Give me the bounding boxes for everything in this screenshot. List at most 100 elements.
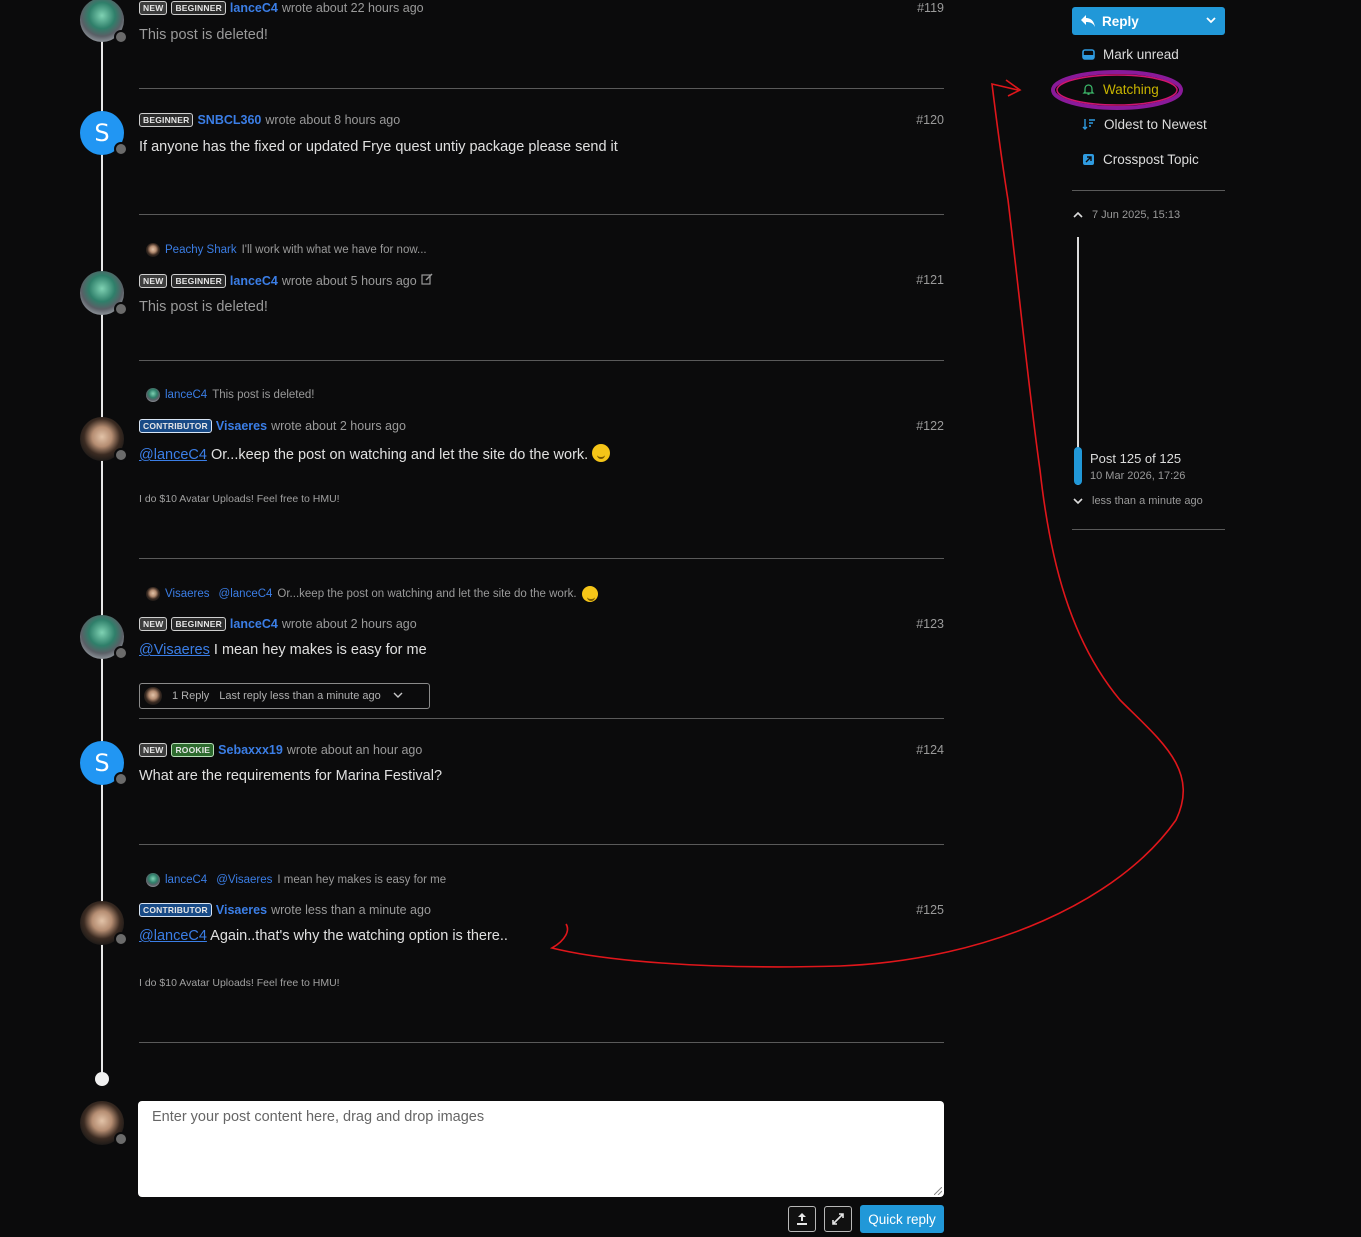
badge-new: NEW: [139, 273, 168, 288]
post-number[interactable]: #124: [916, 743, 944, 757]
post-body: This post is deleted!: [139, 27, 268, 43]
post-body: @lanceC4 Or...keep the post on watching …: [139, 444, 611, 463]
badge-new: NEW: [139, 743, 168, 757]
timeline-start-date: 7 Jun 2025, 15:13: [1092, 209, 1181, 221]
post-number[interactable]: #120: [916, 113, 944, 127]
post-number[interactable]: #119: [917, 1, 944, 15]
parent-text: I mean hey makes is easy for me: [277, 874, 447, 886]
post-time[interactable]: wrote about 2 hours ago: [271, 419, 406, 433]
post-number[interactable]: #121: [916, 273, 944, 287]
chevron-down-icon[interactable]: [1205, 14, 1217, 26]
upload-button[interactable]: [788, 1206, 816, 1232]
crosspost-icon: [1083, 154, 1094, 165]
edited-icon[interactable]: [421, 273, 433, 288]
mention-link[interactable]: @lanceC4: [139, 928, 207, 944]
reply-avatar: [144, 687, 162, 705]
username-link[interactable]: lanceC4: [230, 617, 278, 631]
sort-button[interactable]: Oldest to Newest: [1082, 117, 1207, 132]
topic-timeline-handle[interactable]: [1074, 447, 1082, 485]
sort-icon: [1082, 119, 1095, 130]
badge-beginner: BEGINNER: [171, 617, 226, 631]
mention-link[interactable]: @Visaeres: [139, 642, 210, 658]
quick-reply-textarea[interactable]: Enter your post content here, drag and d…: [138, 1101, 944, 1197]
parent-username[interactable]: lanceC4: [165, 389, 207, 401]
username-link[interactable]: Visaeres: [216, 419, 267, 433]
sort-label: Oldest to Newest: [1104, 117, 1207, 132]
post-number[interactable]: #125: [916, 903, 944, 917]
status-dot: [114, 646, 128, 660]
post-meta: NEW BEGINNER lanceC4 wrote about 2 hours…: [139, 617, 417, 631]
expand-composer-button[interactable]: [824, 1206, 852, 1232]
mention-link[interactable]: @lanceC4: [139, 447, 207, 463]
post-separator: [139, 88, 944, 89]
crosspost-button[interactable]: Crosspost Topic: [1082, 152, 1199, 167]
watching-button[interactable]: Watching: [1082, 82, 1159, 97]
reply-button[interactable]: Reply: [1072, 7, 1225, 35]
parent-username[interactable]: Peachy Shark: [165, 244, 237, 256]
post-text: I mean hey makes is easy for me: [213, 642, 427, 658]
badge-rookie: ROOKIE: [171, 743, 215, 757]
resize-handle-icon[interactable]: [934, 1187, 942, 1195]
signature: I do $10 Avatar Uploads! Feel free to HM…: [139, 493, 340, 505]
badge-new: NEW: [139, 1, 168, 15]
parent-username[interactable]: lanceC4: [165, 874, 207, 886]
post-separator: [139, 360, 944, 361]
parent-avatar: [146, 587, 160, 601]
post-number[interactable]: #122: [916, 419, 944, 433]
watching-label: Watching: [1103, 82, 1159, 97]
crosspost-label: Crosspost Topic: [1103, 152, 1199, 167]
post-time[interactable]: wrote about an hour ago: [287, 743, 423, 757]
post-body: What are the requirements for Marina Fes…: [139, 768, 443, 784]
post-meta: CONTRIBUTOR Visaeres wrote less than a m…: [139, 903, 431, 917]
post-time[interactable]: wrote about 5 hours ago: [282, 274, 417, 288]
parent-avatar: [146, 243, 160, 257]
badge-contributor: CONTRIBUTOR: [139, 419, 212, 433]
badge-contributor: CONTRIBUTOR: [139, 903, 212, 917]
post-position-date: 10 Mar 2026, 17:26: [1090, 470, 1186, 482]
post-text: Or...keep the post on watching and let t…: [210, 447, 589, 463]
parent-avatar: [146, 388, 160, 402]
parent-post-preview[interactable]: Visaeres @lanceC4 Or...keep the post on …: [146, 586, 598, 602]
username-link[interactable]: Visaeres: [216, 903, 267, 917]
post-separator: [139, 844, 944, 845]
badge-beginner: BEGINNER: [171, 1, 226, 15]
chevron-up-icon: [1073, 211, 1083, 218]
parent-mention[interactable]: @lanceC4: [219, 588, 273, 600]
post-meta: NEW ROOKIE Sebaxxx19 wrote about an hour…: [139, 743, 422, 757]
mark-unread-label: Mark unread: [1103, 47, 1179, 62]
parent-text: This post is deleted!: [212, 389, 315, 401]
parent-post-preview[interactable]: lanceC4 @Visaeres I mean hey makes is ea…: [146, 873, 446, 887]
replies-toggle[interactable]: 1 Reply Last reply less than a minute ag…: [139, 683, 430, 709]
parent-username[interactable]: Visaeres: [165, 588, 210, 600]
timeline-end-link[interactable]: less than a minute ago: [1072, 495, 1203, 507]
chevron-down-icon: [393, 690, 403, 702]
post-position: Post 125 of 125: [1090, 451, 1182, 466]
post-body: This post is deleted!: [139, 299, 268, 315]
username-link[interactable]: SNBCL360: [197, 113, 261, 127]
username-link[interactable]: lanceC4: [230, 1, 278, 15]
parent-mention[interactable]: @Visaeres: [216, 874, 272, 886]
parent-post-preview[interactable]: Peachy Shark I'll work with what we have…: [146, 243, 427, 257]
signature: I do $10 Avatar Uploads! Feel free to HM…: [139, 977, 340, 989]
post-time[interactable]: wrote less than a minute ago: [271, 903, 431, 917]
mark-unread-button[interactable]: Mark unread: [1082, 47, 1179, 62]
post-time[interactable]: wrote about 2 hours ago: [282, 617, 417, 631]
username-link[interactable]: Sebaxxx19: [218, 743, 283, 757]
inbox-icon: [1082, 49, 1095, 60]
post-number[interactable]: #123: [916, 617, 944, 631]
quick-reply-button[interactable]: Quick reply: [860, 1205, 944, 1233]
parent-post-preview[interactable]: lanceC4 This post is deleted!: [146, 388, 314, 402]
status-dot: [114, 1132, 128, 1146]
upload-icon: [797, 1213, 807, 1225]
post-meta: NEW BEGINNER lanceC4 wrote about 22 hour…: [139, 1, 424, 15]
status-dot: [114, 448, 128, 462]
timeline-start-link[interactable]: 7 Jun 2025, 15:13: [1072, 209, 1180, 221]
arrow-head: [1005, 79, 1022, 97]
username-link[interactable]: lanceC4: [230, 274, 278, 288]
status-dot: [114, 932, 128, 946]
status-dot: [114, 772, 128, 786]
post-time[interactable]: wrote about 22 hours ago: [282, 1, 424, 15]
timeline-end-label: less than a minute ago: [1092, 495, 1203, 507]
post-time[interactable]: wrote about 8 hours ago: [265, 113, 400, 127]
parent-text: Or...keep the post on watching and let t…: [277, 588, 577, 600]
